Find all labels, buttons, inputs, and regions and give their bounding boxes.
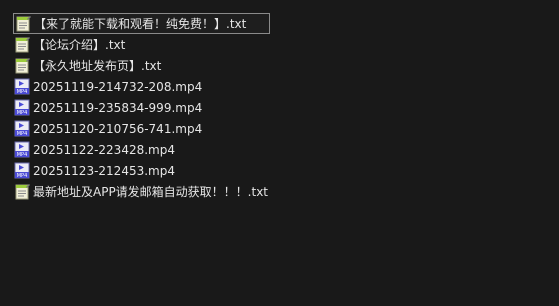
video-file-icon: MP4 xyxy=(14,78,30,96)
svg-text:MP4: MP4 xyxy=(17,131,28,137)
file-item[interactable]: 【论坛介绍】.txt xyxy=(13,34,270,55)
file-name: 【永久地址发布页】.txt xyxy=(33,58,162,73)
video-file-icon: MP4 xyxy=(14,141,30,159)
file-name: 20251123-212453.mp4 xyxy=(33,163,175,178)
file-item[interactable]: 【来了就能下载和观看！纯免费！】.txt xyxy=(13,13,270,34)
file-list: 【来了就能下载和观看！纯免费！】.txt 【论坛介绍】.txt 【永久地址发布页… xyxy=(13,13,270,202)
file-name: 【论坛介绍】.txt xyxy=(33,37,126,52)
file-name: 20251120-210756-741.mp4 xyxy=(33,121,203,136)
svg-text:MP4: MP4 xyxy=(17,110,28,116)
svg-text:MP4: MP4 xyxy=(17,152,28,158)
notepad-icon xyxy=(15,15,31,33)
file-item[interactable]: MP4 20251119-235834-999.mp4 xyxy=(13,97,270,118)
video-file-icon: MP4 xyxy=(14,99,30,117)
file-name: 最新地址及APP请发邮箱自动获取！！！.txt xyxy=(33,184,269,199)
file-name: 【来了就能下载和观看！纯免费！】.txt xyxy=(34,16,247,31)
file-item[interactable]: 【永久地址发布页】.txt xyxy=(13,55,270,76)
file-item[interactable]: 最新地址及APP请发邮箱自动获取！！！.txt xyxy=(13,181,270,202)
file-item[interactable]: MP4 20251123-212453.mp4 xyxy=(13,160,270,181)
file-name: 20251119-214732-208.mp4 xyxy=(33,79,203,94)
svg-text:MP4: MP4 xyxy=(17,173,28,179)
svg-text:MP4: MP4 xyxy=(17,89,28,95)
file-name: 20251119-235834-999.mp4 xyxy=(33,100,203,115)
notepad-icon xyxy=(14,57,30,75)
video-file-icon: MP4 xyxy=(14,120,30,138)
file-item[interactable]: MP4 20251119-214732-208.mp4 xyxy=(13,76,270,97)
file-name: 20251122-223428.mp4 xyxy=(33,142,175,157)
video-file-icon: MP4 xyxy=(14,162,30,180)
file-item[interactable]: MP4 20251120-210756-741.mp4 xyxy=(13,118,270,139)
notepad-icon xyxy=(14,36,30,54)
notepad-icon xyxy=(14,183,30,201)
file-item[interactable]: MP4 20251122-223428.mp4 xyxy=(13,139,270,160)
